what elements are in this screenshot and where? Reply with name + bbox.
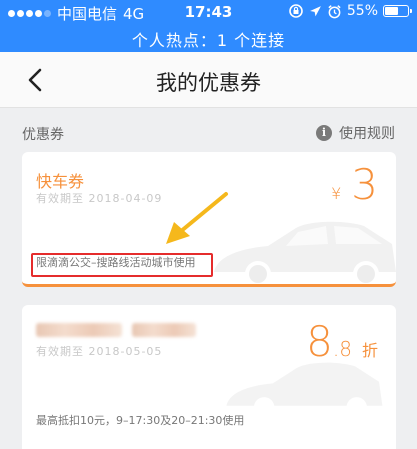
coupon-condition: 最高抵扣10元，9–17:30及20–21:30使用 [36,414,245,427]
alarm-icon [328,4,341,18]
discount-unit: 折 [361,341,378,360]
coupon-value: ¥ 3 [331,160,378,209]
highlight-box [31,253,213,277]
coupon-expiry: 有效期至 2018-05-05 [36,345,163,358]
location-arrow-icon [309,5,321,16]
info-icon: i [316,125,332,141]
coupon-section-header: 优惠券 i 使用规则 [22,122,395,144]
coupon-discount: 8 .8 折 [306,317,378,366]
coupon-card[interactable]: 有效期至 2018-05-05 8 .8 折 最高抵扣10元，9–17:30及2… [22,305,396,449]
status-icons: 55% [288,3,412,19]
usage-rules-link[interactable]: i 使用规则 [316,123,395,143]
section-label: 优惠券 [22,127,64,143]
annotation-arrow-icon [166,192,228,244]
currency-symbol: ¥ [331,184,342,203]
blurred-coupon-name [132,323,196,337]
page-title: 我的优惠券 [156,71,261,95]
battery-icon [383,5,412,17]
discount-decimal: .8 [332,337,352,361]
coupon-expiry: 有效期至 2018-04-09 [36,192,163,205]
status-bar: 中国电信 4G 17:43 55% 个人热点：1 个连接 [0,0,417,52]
rotation-lock-icon [289,4,303,18]
hotspot-banner[interactable]: 个人热点：1 个连接 [0,27,417,51]
discount-whole: 8 [306,317,333,366]
coupon-amount: 3 [351,160,378,209]
car-watermark-icon [214,221,396,284]
coupon-name: 快车券 [36,172,85,191]
blurred-coupon-name [36,323,122,337]
battery-percent: 55% [346,3,378,19]
usage-rules-label: 使用规则 [339,126,395,142]
navigation-bar: 我的优惠券 [0,52,417,108]
